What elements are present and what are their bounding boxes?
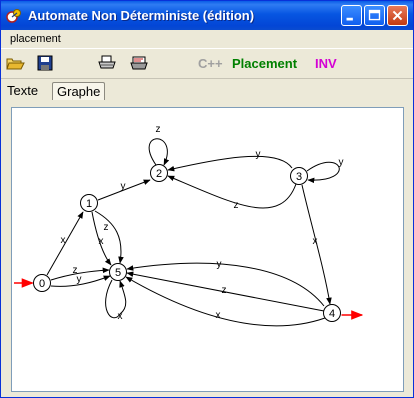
transition-label: z <box>222 285 227 296</box>
inv-button[interactable]: INV <box>315 56 337 71</box>
state-label: 2 <box>156 168 162 180</box>
minimize-button[interactable] <box>341 5 362 26</box>
printer-preview-icon[interactable] <box>129 54 149 72</box>
title-bar[interactable]: Automate Non Déterministe (édition) <box>1 1 413 30</box>
transition-labels-layer: zyyzyxzxzyxxyzx <box>61 124 344 322</box>
tab-graphe[interactable]: Graphe <box>52 82 106 100</box>
maximize-icon <box>368 9 381 21</box>
transition-label: x <box>61 235 66 246</box>
transition-label: y <box>121 181 126 192</box>
close-button[interactable] <box>387 5 408 26</box>
open-folder-icon[interactable] <box>5 54 25 72</box>
automaton-graph[interactable]: zyyzyxzxzyxxyzx 012 345 <box>12 108 403 391</box>
graph-canvas[interactable]: zyyzyxzxzyxxyzx 012345 <box>11 107 404 392</box>
state-label: 5 <box>115 267 121 279</box>
transition-label: y <box>339 157 344 168</box>
transition-label: y <box>217 259 222 270</box>
print-icon[interactable] <box>97 54 117 72</box>
save-disk-icon[interactable] <box>35 54 55 72</box>
transition-3-2-z[interactable] <box>167 175 297 209</box>
close-icon <box>392 10 403 21</box>
minimize-icon <box>346 17 353 21</box>
state-label: 3 <box>296 171 302 183</box>
cpp-button[interactable]: C++ <box>198 56 223 71</box>
transition-label: z <box>156 124 161 135</box>
transition-label: z <box>104 222 109 233</box>
menu-placement[interactable]: placement <box>10 33 61 45</box>
tab-strip: Texte Graphe <box>1 79 413 101</box>
transition-label: x <box>118 311 123 322</box>
placement-button[interactable]: Placement <box>232 56 297 71</box>
window-title: Automate Non Déterministe (édition) <box>28 8 255 23</box>
transition-label: x <box>313 236 318 247</box>
transition-3-3-y[interactable] <box>306 161 340 184</box>
app-window: Automate Non Déterministe (édition) plac… <box>0 0 414 398</box>
toolbar: C++ Placement INV <box>1 48 413 79</box>
state-label: 0 <box>39 278 45 290</box>
transition-label: x <box>99 236 104 247</box>
transition-label: z <box>234 200 239 211</box>
transition-label: y <box>256 149 261 160</box>
app-icon[interactable] <box>6 8 22 24</box>
transitions-layer <box>46 138 340 327</box>
tab-texte[interactable]: Texte <box>3 82 42 100</box>
menu-bar: placement <box>1 30 413 48</box>
transition-label: y <box>77 274 82 285</box>
transition-5-5-x[interactable] <box>105 279 127 319</box>
states-layer: 0 1 2 3 4 5 <box>14 164 364 322</box>
state-label: 1 <box>86 198 92 210</box>
transition-3-2-y[interactable] <box>167 155 293 172</box>
maximize-button[interactable] <box>364 5 385 26</box>
transition-2-2-z[interactable] <box>148 138 170 166</box>
state-label: 4 <box>329 308 335 320</box>
transition-label: x <box>216 310 221 321</box>
